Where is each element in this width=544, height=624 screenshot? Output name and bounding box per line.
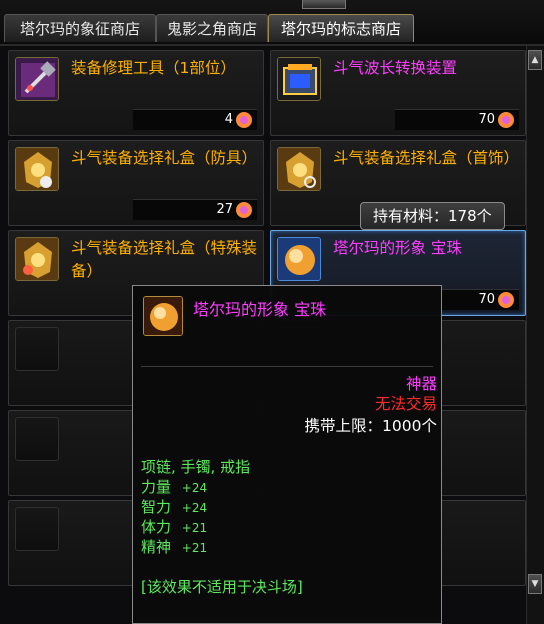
tooltip-note: [该效果不适用于决斗场] — [141, 578, 303, 596]
tooltip-stat: 智力 +24 — [141, 496, 207, 517]
armor-gift-box-icon — [15, 147, 59, 191]
orb-icon — [143, 296, 183, 336]
emblem-currency-icon — [236, 202, 252, 218]
tooltip-carry-limit: 携带上限：1000个 — [304, 417, 437, 435]
tooltip-stat: 精神 +21 — [141, 536, 207, 557]
tooltip-divider — [141, 366, 433, 367]
stat-label: 力量 — [141, 478, 172, 496]
shop-tab-bar: 塔尔玛的象征商店 鬼影之角商店 塔尔玛的标志商店 — [0, 0, 544, 46]
empty-slot-icon — [15, 507, 59, 551]
tab-symbol-shop[interactable]: 塔尔玛的象征商店 — [4, 14, 156, 42]
stat-value: +21 — [181, 521, 208, 535]
orb-icon — [277, 237, 321, 281]
stat-label: 智力 — [141, 498, 172, 516]
shop-item-converter[interactable]: 斗气波长转换装置 70 — [270, 50, 526, 136]
converter-device-icon — [277, 57, 321, 101]
shop-item-repair-tool[interactable]: 装备修理工具（1部位） 4 — [8, 50, 264, 136]
item-name: 装备修理工具（1部位） — [71, 59, 236, 77]
price-bar: 27 — [133, 199, 257, 220]
scrollbar-track[interactable] — [526, 46, 544, 624]
scroll-up-button[interactable]: ▲ — [528, 50, 542, 70]
tooltip-trade-status: 无法交易 — [374, 395, 437, 413]
special-gift-box-icon — [15, 237, 59, 281]
item-name: 斗气装备选择礼盒（首饰） — [333, 149, 520, 167]
tooltip-slots: 项链, 手镯, 戒指 — [141, 458, 251, 476]
item-name: 塔尔玛的形象 宝珠 — [333, 239, 462, 257]
tooltip-stat: 体力 +21 — [141, 516, 207, 537]
stat-value: +24 — [181, 501, 208, 515]
item-name: 斗气波长转换装置 — [333, 59, 458, 77]
stat-label: 体力 — [141, 518, 172, 536]
emblem-currency-icon — [498, 112, 514, 128]
accessory-gift-box-icon — [277, 147, 321, 191]
emblem-currency-icon — [236, 112, 252, 128]
item-name: 斗气装备选择礼盒（防具） — [71, 149, 258, 167]
item-name: 斗气装备选择礼盒（特殊装备） — [71, 239, 258, 280]
item-price: 27 — [216, 202, 233, 217]
tooltip-rarity: 神器 — [405, 375, 437, 393]
item-tooltip: 塔尔玛的形象 宝珠 神器 无法交易 携带上限：1000个 项链, 手镯, 戒指 … — [132, 285, 442, 624]
tooltip-stat: 力量 +24 — [141, 476, 207, 497]
price-bar: 4 — [133, 109, 257, 130]
held-material-count: 持有材料：178个 — [360, 202, 505, 230]
shop-item-armor-box[interactable]: 斗气装备选择礼盒（防具） 27 — [8, 140, 264, 226]
stat-value: +24 — [181, 481, 208, 495]
tab-emblem-shop[interactable]: 塔尔玛的标志商店 — [268, 14, 414, 42]
item-price: 70 — [478, 292, 495, 307]
empty-slot-icon — [15, 417, 59, 461]
tab-bar-edge — [302, 0, 346, 9]
stat-label: 精神 — [141, 538, 172, 556]
empty-slot-icon — [15, 327, 59, 371]
tab-ghost-corner-shop[interactable]: 鬼影之角商店 — [156, 14, 268, 42]
item-price: 70 — [478, 112, 495, 127]
repair-hammer-icon — [15, 57, 59, 101]
emblem-currency-icon — [498, 292, 514, 308]
tooltip-title: 塔尔玛的形象 宝珠 — [193, 300, 327, 319]
price-bar: 70 — [395, 109, 519, 130]
item-price: 4 — [224, 112, 233, 127]
scroll-down-button[interactable]: ▼ — [528, 574, 542, 594]
stat-value: +21 — [181, 541, 208, 555]
